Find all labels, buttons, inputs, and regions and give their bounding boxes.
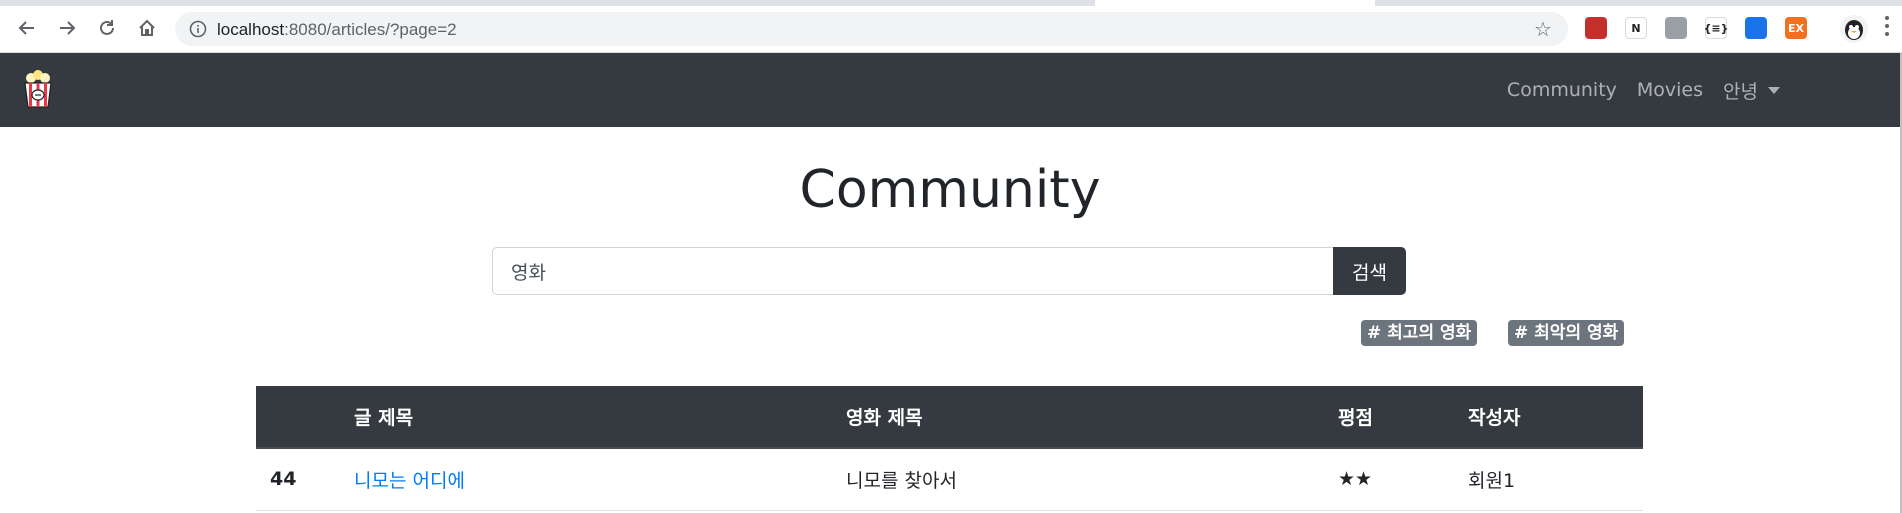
user-dropdown-label: 안녕 bbox=[1723, 80, 1758, 103]
row-rating: ★★ bbox=[1338, 448, 1468, 511]
popcorn-logo-icon[interactable] bbox=[22, 69, 54, 109]
blue-ext-icon[interactable] bbox=[1745, 17, 1767, 39]
tab-strip bbox=[0, 0, 1902, 6]
url-host: localhost bbox=[217, 20, 285, 39]
json-ext-icon[interactable]: {≡} bbox=[1704, 17, 1728, 39]
table-header: 글 제목 영화 제목 평점 작성자 bbox=[256, 386, 1643, 449]
page-title: Community bbox=[799, 160, 1101, 220]
active-tab[interactable] bbox=[1095, 0, 1375, 6]
header-article-title: 글 제목 bbox=[354, 386, 846, 449]
tag-best-movie[interactable]: # 최고의 영화 bbox=[1361, 320, 1478, 346]
search-button[interactable]: 검색 bbox=[1333, 247, 1406, 295]
gear-ext-icon[interactable] bbox=[1665, 17, 1687, 39]
row-author: 회원1 bbox=[1468, 448, 1643, 511]
forward-icon[interactable] bbox=[53, 14, 81, 42]
nav-community-link[interactable]: Community bbox=[1507, 79, 1617, 101]
url-text[interactable]: localhost:8080/articles/?page=2 bbox=[217, 20, 457, 40]
header-number bbox=[256, 386, 354, 449]
browser-menu-icon[interactable] bbox=[1884, 16, 1890, 40]
back-icon[interactable] bbox=[13, 14, 41, 42]
header-movie-title: 영화 제목 bbox=[846, 386, 1338, 449]
table-row: 44 니모는 어디에 니모를 찾아서 ★★ 회원1 bbox=[256, 448, 1643, 511]
browser-toolbar: localhost:8080/articles/?page=2 ☆ N {≡} EX bbox=[0, 0, 1902, 53]
row-number: 44 bbox=[256, 448, 354, 511]
info-icon[interactable] bbox=[189, 20, 207, 38]
navbar-links: Community Movies 안녕 bbox=[1507, 53, 1780, 127]
site-navbar: Community Movies 안녕 bbox=[0, 53, 1900, 127]
notion-icon[interactable]: N bbox=[1625, 17, 1647, 39]
nav-movies-link[interactable]: Movies bbox=[1637, 79, 1703, 101]
ex-ext-icon[interactable]: EX bbox=[1785, 17, 1807, 39]
articles-table: 글 제목 영화 제목 평점 작성자 44 니모는 어디에 니모를 찾아서 ★★ … bbox=[256, 386, 1643, 511]
tag-worst-movie[interactable]: # 최악의 영화 bbox=[1508, 320, 1625, 346]
search-input[interactable] bbox=[492, 247, 1334, 295]
user-dropdown-toggle[interactable]: 안녕 bbox=[1723, 77, 1780, 104]
row-title-cell: 니모는 어디에 bbox=[354, 448, 846, 511]
row-movie-title: 니모를 찾아서 bbox=[846, 448, 1338, 511]
chevron-down-icon bbox=[1768, 86, 1780, 94]
reload-icon[interactable] bbox=[93, 14, 121, 42]
address-bar[interactable]: localhost:8080/articles/?page=2 ☆ bbox=[175, 12, 1568, 46]
article-title-link[interactable]: 니모는 어디에 bbox=[354, 470, 465, 492]
url-path: :8080/articles/?page=2 bbox=[284, 20, 457, 39]
home-icon[interactable] bbox=[133, 14, 161, 42]
youtube-ext-icon[interactable] bbox=[1585, 17, 1607, 39]
header-rating: 평점 bbox=[1338, 386, 1468, 449]
profile-avatar-icon[interactable] bbox=[1840, 15, 1868, 43]
bookmark-star-icon[interactable]: ☆ bbox=[1532, 18, 1554, 40]
header-author: 작성자 bbox=[1468, 386, 1643, 449]
